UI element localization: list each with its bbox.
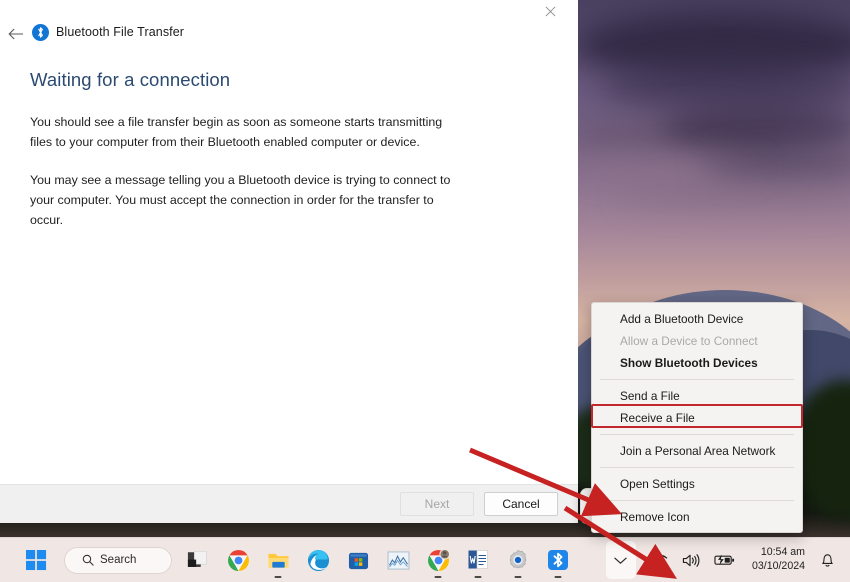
close-icon[interactable] <box>534 0 566 24</box>
bluetooth-context-menu: Add a Bluetooth Device Allow a Device to… <box>591 302 803 533</box>
microsoft-store-icon[interactable] <box>338 540 378 580</box>
menu-item-add-a-bluetooth-device[interactable]: Add a Bluetooth Device <box>592 308 802 330</box>
cancel-button[interactable]: Cancel <box>484 492 558 516</box>
clock-date: 03/10/2024 <box>751 560 805 572</box>
task-view-icon[interactable] <box>178 540 218 580</box>
menu-item-open-settings[interactable]: Open Settings <box>592 473 802 495</box>
back-arrow-icon[interactable] <box>4 22 28 46</box>
menu-separator <box>600 379 794 380</box>
taskbar-items: Search <box>16 540 578 580</box>
system-tray: 10:54 am 03/10/2024 <box>605 541 842 579</box>
settings-gear-icon[interactable] <box>498 540 538 580</box>
search-input[interactable]: Search <box>64 546 172 574</box>
running-indicator <box>514 575 522 578</box>
bluetooth-icon <box>32 24 49 41</box>
next-button[interactable]: Next <box>400 492 474 516</box>
description-paragraph-2: You may see a message telling you a Blue… <box>30 173 451 228</box>
running-indicator <box>474 575 482 578</box>
file-explorer-icon[interactable] <box>258 540 298 580</box>
show-hidden-icons-chevron[interactable] <box>605 541 636 579</box>
task-manager-icon[interactable] <box>378 540 418 580</box>
page-title: Waiting for a connection <box>30 69 231 90</box>
google-chrome-icon[interactable] <box>218 540 258 580</box>
menu-separator <box>600 500 794 501</box>
menu-item-send-a-file[interactable]: Send a File <box>592 385 802 407</box>
google-chrome-icon[interactable] <box>418 540 458 580</box>
menu-item-allow-a-device-to-connect: Allow a Device to Connect <box>620 334 758 348</box>
menu-separator <box>600 467 794 468</box>
running-indicator <box>274 575 282 578</box>
dialog-body: Waiting for a connection You should see … <box>0 48 578 484</box>
menu-item-remove-icon[interactable]: Remove Icon <box>592 506 802 528</box>
search-placeholder: Search <box>100 554 137 566</box>
menu-item-show-bluetooth-devices[interactable]: Show Bluetooth Devices <box>592 352 802 374</box>
microsoft-word-icon[interactable] <box>458 540 498 580</box>
taskbar: Search 10:54 am 03/10/2024 <box>0 537 850 582</box>
wifi-icon[interactable] <box>643 541 675 579</box>
description-paragraph-1: You should see a file transfer begin as … <box>30 115 443 150</box>
microsoft-edge-icon[interactable] <box>298 540 338 580</box>
menu-separator <box>600 434 794 435</box>
bluetooth-icon[interactable] <box>538 540 578 580</box>
bell-icon[interactable] <box>813 541 842 579</box>
dialog-footer: Next Cancel <box>0 484 578 523</box>
running-indicator <box>554 575 562 578</box>
dialog-title: Bluetooth File Transfer <box>56 25 185 39</box>
start-button[interactable] <box>16 540 56 580</box>
dialog-titlebar: Bluetooth File Transfer <box>0 0 578 48</box>
speaker-icon[interactable] <box>675 541 707 579</box>
clock-time: 10:54 am <box>760 546 805 559</box>
bluetooth-file-transfer-dialog: Bluetooth File Transfer Waiting for a co… <box>0 0 578 523</box>
search-icon <box>82 554 94 566</box>
battery-charging-icon[interactable] <box>707 541 742 579</box>
clock[interactable]: 10:54 am 03/10/2024 <box>742 546 813 574</box>
running-indicator <box>434 575 442 578</box>
screen: Bluetooth File Transfer Waiting for a co… <box>0 0 850 582</box>
menu-item-receive-a-file[interactable]: Receive a File <box>591 404 803 429</box>
menu-item-join-a-personal-area-network[interactable]: Join a Personal Area Network <box>592 440 802 462</box>
menu-item-receive-a-file-label: Receive a File <box>620 411 695 425</box>
